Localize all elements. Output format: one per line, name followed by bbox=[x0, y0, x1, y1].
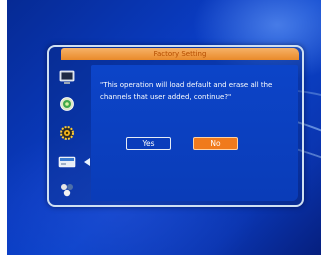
no-button[interactable]: No bbox=[193, 137, 238, 150]
selection-pointer-icon bbox=[84, 158, 90, 166]
confirmation-message: "This operation will load default and er… bbox=[100, 81, 273, 101]
dialog-title: Factory Setting bbox=[61, 48, 299, 60]
factory-setting-dialog: Factory Setting "This operation will loa… bbox=[47, 45, 304, 207]
menu-sidebar bbox=[50, 62, 90, 203]
satellite-dish-icon[interactable] bbox=[58, 96, 76, 112]
dialog-content: "This operation will load default and er… bbox=[91, 65, 298, 201]
receiver-box-icon[interactable] bbox=[58, 154, 76, 170]
settings-gear-icon[interactable] bbox=[58, 125, 76, 141]
yes-button[interactable]: Yes bbox=[126, 137, 171, 150]
games-icon[interactable] bbox=[58, 182, 76, 198]
tv-monitor-icon[interactable] bbox=[58, 70, 76, 86]
tv-screen: Factory Setting "This operation will loa… bbox=[7, 0, 321, 255]
